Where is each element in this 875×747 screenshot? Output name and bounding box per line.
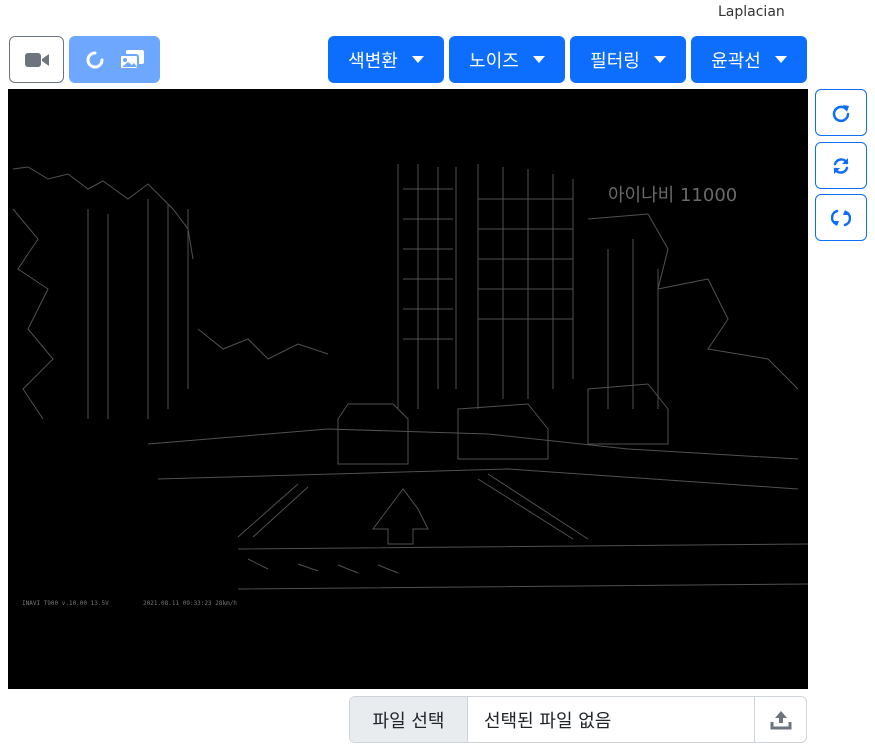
camera-button[interactable]	[9, 36, 64, 83]
upload-button[interactable]	[754, 697, 806, 742]
rotate-cw-icon	[832, 104, 850, 122]
caret-down-icon	[411, 56, 424, 63]
images-icon	[118, 49, 144, 70]
caret-down-icon	[653, 56, 666, 63]
overlay-brand-text: 아이나비 11000	[608, 185, 737, 206]
dropdown-label: 노이즈	[469, 50, 519, 72]
laplacian-edge-image: 아이나비 11000 INAVI T900 v.10.00 13.5V 2021…	[8, 89, 808, 689]
dropdown-label: 윤곽선	[711, 50, 761, 72]
dropdown-label: 색변환	[348, 50, 398, 72]
sync-icon	[833, 157, 849, 174]
caret-down-icon	[774, 56, 787, 63]
upload-icon	[770, 710, 791, 729]
rotate-clockwise-button[interactable]	[815, 89, 867, 136]
dropdown-label: 필터링	[590, 50, 640, 72]
rotate-icon	[86, 51, 103, 68]
osd-left-text: INAVI T900 v.10.00 13.5V	[22, 600, 109, 607]
sync-button[interactable]	[815, 142, 867, 189]
caret-down-icon	[532, 56, 545, 63]
osd-right-text: 2021.08.11 09:33:23 28km/h	[143, 600, 237, 607]
color-transform-dropdown[interactable]: 색변환	[328, 36, 444, 83]
gallery-button[interactable]	[69, 36, 160, 83]
filtering-dropdown[interactable]: 필터링	[570, 36, 686, 83]
filter-name-label: Laplacian	[718, 4, 785, 20]
file-input-group: 파일 선택 선택된 파일 없음	[349, 696, 807, 743]
refresh-button[interactable]	[815, 194, 867, 241]
file-status-text: 선택된 파일 없음	[484, 710, 612, 732]
choose-file-button[interactable]: 파일 선택	[350, 697, 468, 742]
refresh-icon	[831, 209, 851, 226]
video-camera-icon	[24, 52, 49, 67]
noise-dropdown[interactable]: 노이즈	[449, 36, 565, 83]
image-viewer: 아이나비 11000 INAVI T900 v.10.00 13.5V 2021…	[8, 89, 808, 689]
contour-dropdown[interactable]: 윤곽선	[691, 36, 807, 83]
